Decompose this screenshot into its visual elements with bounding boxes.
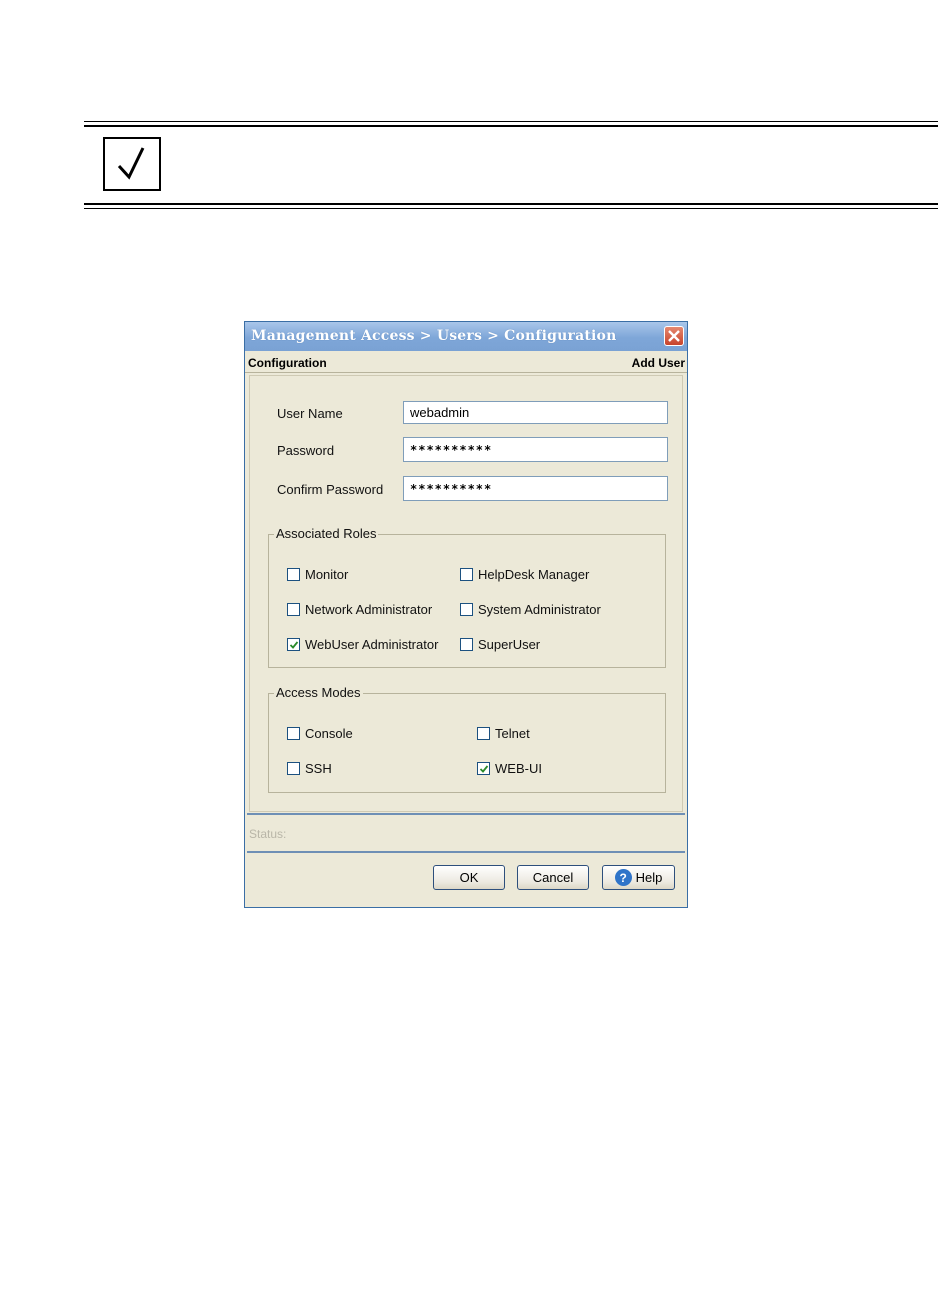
note-rule-bottom <box>84 203 938 205</box>
mode-telnet-label: Telnet <box>495 726 530 741</box>
status-divider-bottom <box>247 851 685 853</box>
checkbox-box <box>287 603 300 616</box>
mode-ssh-checkbox[interactable]: SSH <box>287 761 332 776</box>
checkbox-box <box>287 727 300 740</box>
role-system-admin-checkbox[interactable]: System Administrator <box>460 602 601 617</box>
checkmark-icon <box>289 641 299 649</box>
checkbox-box <box>287 762 300 775</box>
section-title: Configuration <box>248 356 327 370</box>
note-rule-bottom-thin <box>84 208 938 209</box>
ok-button-label: OK <box>459 870 479 885</box>
role-webuser-admin-checkbox[interactable]: WebUser Administrator <box>287 637 438 652</box>
help-button[interactable]: ? Help <box>602 865 675 890</box>
role-superuser-checkbox[interactable]: SuperUser <box>460 637 540 652</box>
status-divider-top <box>247 813 685 815</box>
checkbox-box <box>460 603 473 616</box>
user-configuration-dialog: Management Access > Users > Configuratio… <box>244 321 688 908</box>
status-label: Status: <box>249 827 287 841</box>
close-button[interactable] <box>664 326 684 346</box>
configuration-panel: User Name Password Confirm Password Asso… <box>249 375 683 812</box>
mode-webui-label: WEB-UI <box>495 761 542 776</box>
role-network-admin-label: Network Administrator <box>305 602 433 617</box>
cancel-button-label: Cancel <box>532 870 574 885</box>
user-name-label: User Name <box>277 406 343 421</box>
role-monitor-label: Monitor <box>305 567 349 582</box>
mode-webui-checkbox[interactable]: WEB-UI <box>477 761 542 776</box>
checkbox-box <box>477 762 490 775</box>
mode-console-checkbox[interactable]: Console <box>287 726 353 741</box>
password-input[interactable] <box>403 437 668 462</box>
role-system-admin-label: System Administrator <box>478 602 601 617</box>
dialog-title: Management Access > Users > Configuratio… <box>251 328 617 344</box>
note-rule-top <box>84 125 938 127</box>
mode-label: Add User <box>631 356 685 370</box>
checkbox-box <box>477 727 490 740</box>
mode-ssh-label: SSH <box>305 761 332 776</box>
user-name-input[interactable] <box>403 401 668 424</box>
password-label: Password <box>277 443 335 458</box>
role-superuser-label: SuperUser <box>478 637 541 652</box>
role-monitor-checkbox[interactable]: Monitor <box>287 567 348 582</box>
mode-console-label: Console <box>305 726 353 741</box>
help-button-label: Help <box>635 870 663 885</box>
access-modes-title: Access Modes <box>274 685 363 700</box>
confirm-password-label: Confirm Password <box>277 482 384 497</box>
checkmark-icon <box>479 765 489 773</box>
dialog-header-row: Configuration Add User <box>245 352 687 373</box>
mode-telnet-checkbox[interactable]: Telnet <box>477 726 530 741</box>
checkbox-box <box>460 638 473 651</box>
checkmark-icon <box>103 137 161 191</box>
note-rule-top-thin <box>84 121 938 122</box>
role-helpdesk-label: HelpDesk Manager <box>478 567 590 582</box>
confirm-password-input[interactable] <box>403 476 668 501</box>
role-helpdesk-checkbox[interactable]: HelpDesk Manager <box>460 567 589 582</box>
cancel-button[interactable]: Cancel <box>517 865 589 890</box>
dialog-title-bar[interactable]: Management Access > Users > Configuratio… <box>245 322 687 351</box>
checkbox-box <box>460 568 473 581</box>
close-icon <box>668 330 680 342</box>
role-webuser-admin-label: WebUser Administrator <box>305 637 439 652</box>
role-network-admin-checkbox[interactable]: Network Administrator <box>287 602 432 617</box>
checkbox-box <box>287 638 300 651</box>
ok-button[interactable]: OK <box>433 865 505 890</box>
checkbox-box <box>287 568 300 581</box>
associated-roles-title: Associated Roles <box>274 526 379 541</box>
access-modes-group: Access Modes Console Telnet SSH WEB-UI <box>268 685 666 793</box>
help-icon: ? <box>614 869 632 886</box>
associated-roles-group: Associated Roles Monitor HelpDesk Manage… <box>268 526 666 668</box>
